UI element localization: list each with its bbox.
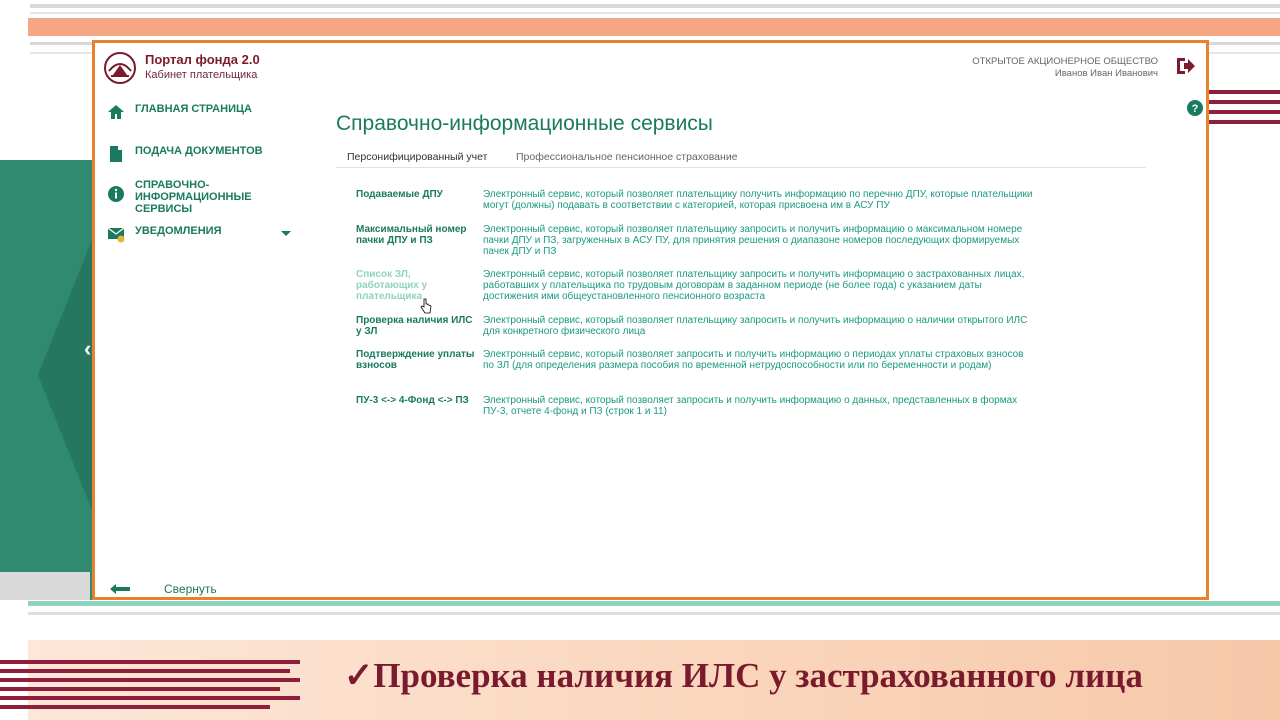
chevron-down-icon[interactable] (281, 231, 291, 236)
decor-band (0, 572, 90, 600)
svg-text:?: ? (1192, 103, 1199, 115)
service-description: Электронный сервис, который позволяет пл… (483, 269, 1025, 302)
sidebar-item-label: УВЕДОМЛЕНИЯ (135, 225, 222, 237)
arrow-left-icon[interactable] (109, 582, 131, 596)
service-link[interactable]: Подтверждение уплаты взносов (356, 349, 476, 371)
sidebar-item-label: ПОДАЧА ДОКУМЕНТОВ (135, 145, 263, 157)
page-title: Справочно-информационные сервисы (336, 112, 713, 135)
sidebar-item-notifications[interactable]: УВЕДОМЛЕНИЯ (107, 225, 275, 243)
service-link[interactable]: Подаваемые ДПУ (356, 189, 476, 200)
service-link[interactable]: ПУ-3 <-> 4-Фонд <-> ПЗ (356, 395, 476, 406)
sidebar-item-documents[interactable]: ПОДАЧА ДОКУМЕНТОВ (107, 145, 275, 163)
home-icon (108, 105, 124, 119)
slide-caption: ✓Проверка наличия ИЛС у застрахованного … (344, 656, 1143, 695)
sidebar-item-label: СПРАВОЧНО-ИНФОРМАЦИОННЫЕ СЕРВИСЫ (135, 179, 252, 215)
user-name: Иванов Иван Иванович (1054, 68, 1158, 79)
service-description: Электронный сервис, который позволяет за… (483, 349, 1024, 371)
fund-logo-icon (104, 52, 136, 84)
mail-icon (107, 227, 125, 243)
portal-title: Портал фонда 2.0 (145, 52, 260, 67)
pointer-cursor-icon (420, 298, 432, 314)
decor-stripes (0, 660, 310, 716)
info-icon (108, 186, 124, 202)
help-icon[interactable]: ? (1187, 100, 1203, 116)
decor-line (30, 12, 1280, 14)
portal-subtitle: Кабинет плательщика (145, 69, 258, 81)
service-link[interactable]: Список ЗЛ, работающих у плательщика (356, 269, 476, 302)
decor-line (30, 4, 1280, 8)
decor-line (28, 612, 1280, 615)
app-window: Портал фонда 2.0 Кабинет плательщика ОТК… (92, 40, 1209, 600)
document-icon (110, 146, 122, 162)
collapse-sidebar-button[interactable]: Свернуть (164, 582, 217, 596)
decor-stripes (1205, 90, 1280, 132)
sidebar-item-label: ГЛАВНАЯ СТРАНИЦА (135, 103, 252, 115)
service-description: Электронный сервис, который позволяет пл… (483, 315, 1028, 337)
service-description: Электронный сервис, который позволяет пл… (483, 189, 1033, 211)
service-description: Электронный сервис, который позволяет за… (483, 395, 1018, 417)
decor-line (28, 601, 1280, 606)
tab-bar: Персонифицированный учет Профессионально… (336, 148, 1146, 168)
chevron-left-icon: ‹ (84, 336, 92, 361)
tab-personified-accounting[interactable]: Персонифицированный учет (347, 151, 487, 163)
logout-icon[interactable] (1174, 55, 1196, 77)
service-link[interactable]: Максимальный номер пачки ДПУ и ПЗ (356, 224, 476, 246)
tab-professional-pension-insurance[interactable]: Профессиональное пенсионное страхование (516, 151, 738, 163)
sidebar-item-info-services[interactable]: СПРАВОЧНО-ИНФОРМАЦИОННЫЕ СЕРВИСЫ (107, 179, 275, 215)
sidebar-item-home[interactable]: ГЛАВНАЯ СТРАНИЦА (107, 103, 275, 121)
service-link[interactable]: Проверка наличия ИЛС у ЗЛ (356, 315, 476, 337)
decor-band (28, 18, 1280, 36)
organization-name: ОТКРЫТОЕ АКЦИОНЕРНОЕ ОБЩЕСТВО (972, 56, 1158, 67)
service-description: Электронный сервис, который позволяет пл… (483, 224, 1023, 257)
